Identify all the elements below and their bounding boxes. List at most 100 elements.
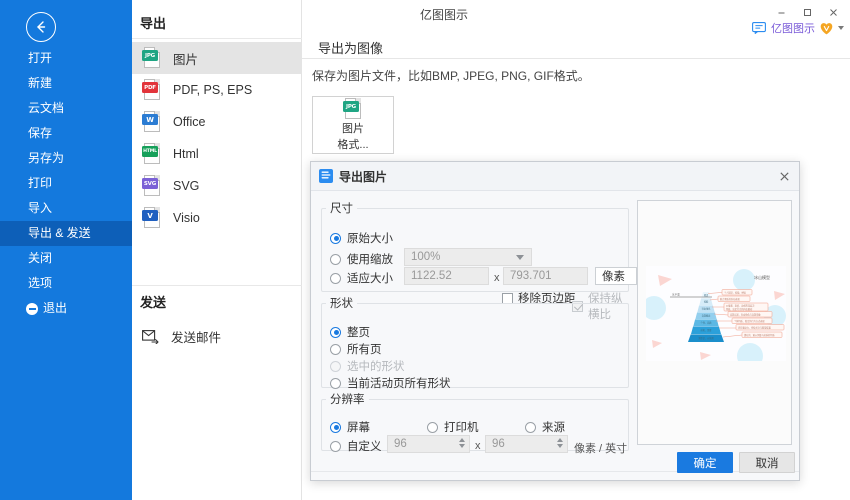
minimize-button[interactable] (768, 2, 794, 22)
radio-active-page-shapes[interactable]: 当前活动页所有形状 (330, 375, 451, 391)
jpg-badge: JPG (142, 50, 158, 61)
radio-indicator[interactable] (330, 272, 341, 284)
dpi-unit-label: 像素 / 英寸 (574, 443, 628, 455)
radio-fit-size[interactable]: 适应大小 (330, 270, 393, 286)
sidebar-item-options[interactable]: 选项 (0, 271, 132, 296)
back-button[interactable] (26, 12, 56, 42)
account-area[interactable]: 亿图图示 (752, 20, 844, 36)
sidebar-item-new[interactable]: 新建 (0, 71, 132, 96)
content-divider (302, 58, 850, 59)
ok-button[interactable]: 确定 (677, 452, 733, 473)
sidebar-item-save-as[interactable]: 另存为 (0, 146, 132, 171)
maximize-button[interactable] (794, 2, 820, 22)
svg-file-icon: SVG (142, 175, 162, 197)
radio-label: 所有页 (347, 344, 382, 356)
radio-original-size[interactable]: 原始大小 (330, 230, 393, 246)
chat-icon[interactable] (752, 22, 766, 34)
export-item-visio[interactable]: V Visio (132, 202, 302, 234)
radio-indicator[interactable] (330, 326, 341, 338)
window-title: 亿图图示 (420, 8, 469, 22)
size-group-legend: 尺寸 (330, 203, 353, 215)
export-item-html[interactable]: HTML Html (132, 138, 302, 170)
visio-file-icon: V (142, 207, 162, 229)
close-icon (829, 8, 837, 16)
minimize-icon (778, 12, 784, 13)
dialog-titlebar: 导出图片 (311, 162, 799, 191)
radio-label: 选中的形状 (347, 361, 405, 373)
scale-value: 100% (411, 251, 441, 263)
radio-screen[interactable]: 屏幕 (330, 419, 370, 435)
sidebar-item-import[interactable]: 导入 (0, 196, 132, 221)
scale-dropdown[interactable]: 100% (404, 248, 532, 266)
sidebar-item-open[interactable]: 打开 (0, 46, 132, 71)
send-mail-item[interactable]: 发送邮件 (142, 327, 221, 346)
unit-value: 像素 (602, 271, 625, 283)
sidebar-item-save[interactable]: 保存 (0, 121, 132, 146)
radio-indicator[interactable] (330, 440, 341, 452)
radio-custom[interactable]: 自定义 (330, 438, 382, 454)
radio-indicator[interactable] (330, 253, 341, 265)
back-arrow-icon (37, 21, 46, 33)
word-file-icon: W (142, 111, 162, 133)
export-item-pdf[interactable]: PDF PDF, PS, EPS (132, 74, 302, 106)
export-item-label: PDF, PS, EPS (173, 83, 253, 97)
radio-indicator[interactable] (330, 421, 341, 433)
radio-whole-page[interactable]: 整页 (330, 324, 370, 340)
radio-indicator[interactable] (525, 421, 536, 433)
sidebar-item-export-send[interactable]: 导出 & 发送 (0, 221, 132, 246)
sidebar-item-print[interactable]: 打印 (0, 171, 132, 196)
radio-label: 屏幕 (347, 422, 370, 434)
visio-badge: V (142, 210, 158, 221)
image-format-card[interactable]: JPG 图片 格式... (312, 96, 394, 154)
radio-selected-shapes: 选中的形状 (330, 358, 405, 374)
content-description: 保存为图片文件，比如BMP, JPEG, PNG, GIF格式。 (312, 69, 590, 83)
sidebar-item-cloud-doc[interactable]: 云文档 (0, 96, 132, 121)
radio-label: 来源 (542, 422, 565, 434)
radio-label: 原始大小 (347, 233, 393, 245)
stepper-arrows-icon[interactable] (557, 438, 563, 448)
export-item-label: SVG (173, 179, 200, 193)
dpi-y-stepper[interactable]: 96 (485, 435, 568, 453)
jpg-badge: JPG (343, 101, 359, 112)
radio-printer[interactable]: 打印机 (427, 419, 479, 435)
chevron-down-icon[interactable] (838, 26, 844, 30)
export-item-office[interactable]: W Office (132, 106, 302, 138)
html-file-icon: HTML (142, 143, 162, 165)
shape-group: 形状 整页 所有页 选中的形状 当前活动页所有形状 (321, 295, 629, 391)
page-title: 导出为图像 (318, 41, 384, 56)
height-input[interactable]: 793.701 (503, 267, 588, 285)
radio-source[interactable]: 来源 (525, 419, 565, 435)
jpg-file-icon: JPG (142, 47, 162, 69)
unit-dropdown[interactable]: 像素 (595, 267, 637, 285)
radio-indicator[interactable] (330, 343, 341, 355)
radio-indicator[interactable] (330, 377, 341, 389)
sidebar-item-exit[interactable]: 退出 (0, 296, 132, 321)
export-item-svg[interactable]: SVG SVG (132, 170, 302, 202)
radio-label: 打印机 (444, 422, 479, 434)
application-window: 打开 新建 云文档 保存 另存为 打印 导入 导出 & 发送 关闭 选项 退出 … (0, 0, 850, 500)
radio-use-scale[interactable]: 使用缩放 (330, 251, 393, 267)
chevron-down-icon (516, 255, 524, 260)
format-card-line1: 图片 (342, 123, 364, 135)
dpi-x-stepper[interactable]: 96 (387, 435, 470, 453)
export-item-image[interactable]: JPG 图片 (132, 42, 302, 74)
stepper-arrows-icon[interactable] (459, 438, 465, 448)
svg-badge: SVG (142, 178, 158, 189)
sidebar-item-close[interactable]: 关闭 (0, 246, 132, 271)
width-input[interactable]: 1122.52 (404, 267, 489, 285)
export-format-list: JPG 图片 PDF PDF, PS, EPS W Office HTML Ht… (132, 42, 302, 234)
dialog-close-button[interactable] (773, 165, 795, 187)
close-button[interactable] (820, 2, 846, 22)
radio-all-pages[interactable]: 所有页 (330, 341, 382, 357)
radio-indicator[interactable] (330, 232, 341, 244)
radio-indicator[interactable] (427, 421, 438, 433)
pdf-badge: PDF (142, 82, 158, 93)
svg-text:水平面: 水平面 (672, 293, 680, 297)
cancel-button[interactable]: 取消 (739, 452, 795, 473)
export-item-label: Html (173, 147, 199, 161)
radio-label: 自定义 (347, 441, 382, 453)
radio-label: 使用缩放 (347, 254, 393, 266)
export-image-icon (319, 169, 333, 183)
width-value: 1122.52 (411, 270, 452, 282)
resolution-group: 分辨率 屏幕 打印机 来源 自定义 96 x 96 像素 / 英寸 (321, 391, 629, 455)
